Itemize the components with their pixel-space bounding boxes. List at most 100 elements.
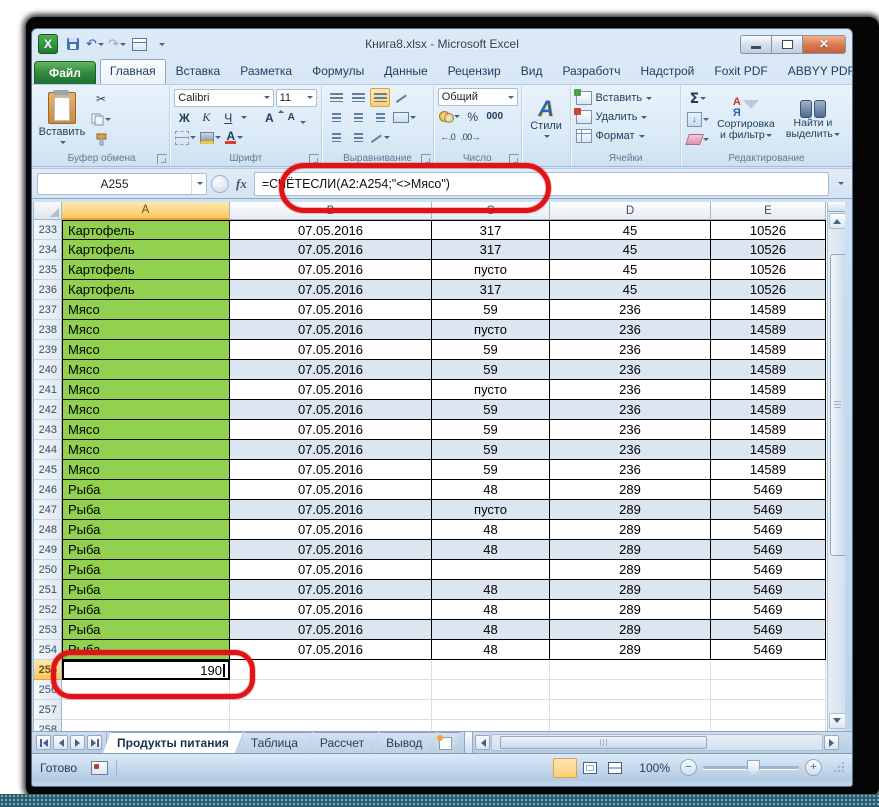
cell-B250[interactable]: 07.05.2016 [230, 560, 432, 580]
cell-D258[interactable] [550, 720, 711, 731]
cell-C254[interactable]: 48 [432, 640, 550, 660]
cell-A252[interactable]: Рыба [62, 600, 230, 620]
cell-B258[interactable] [230, 720, 432, 731]
cell-E236[interactable]: 10526 [711, 280, 826, 300]
row-header-256[interactable]: 256 [34, 680, 62, 700]
ribbon-tab-Данные[interactable]: Данные [374, 59, 437, 84]
cell-E240[interactable]: 14589 [711, 360, 826, 380]
cell-E258[interactable] [711, 720, 826, 731]
percent-button[interactable]: % [463, 107, 483, 126]
selected-cell-A255[interactable]: 190 [62, 660, 230, 680]
column-header-E[interactable]: E [711, 202, 826, 220]
cell-B233[interactable]: 07.05.2016 [230, 220, 432, 240]
row-header-239[interactable]: 239 [34, 340, 62, 360]
merge-center-button[interactable] [392, 108, 417, 127]
cell-B240[interactable]: 07.05.2016 [230, 360, 432, 380]
cell-C256[interactable] [432, 680, 550, 700]
cell-D256[interactable] [550, 680, 711, 700]
column-header-D[interactable]: D [550, 202, 711, 220]
cell-E253[interactable]: 5469 [711, 620, 826, 640]
cell-C251[interactable]: 48 [432, 580, 550, 600]
autosum-button[interactable]: Σ [684, 89, 712, 108]
cell-E244[interactable]: 14589 [711, 440, 826, 460]
cell-B235[interactable]: 07.05.2016 [230, 260, 432, 280]
cell-D257[interactable] [550, 700, 711, 720]
cell-A243[interactable]: Мясо [62, 420, 230, 440]
format-cells-button[interactable]: Формат [576, 127, 674, 145]
cell-E234[interactable]: 10526 [711, 240, 826, 260]
name-box[interactable]: A255 [37, 172, 207, 195]
cell-B247[interactable]: 07.05.2016 [230, 500, 432, 520]
cell-B238[interactable]: 07.05.2016 [230, 320, 432, 340]
vertical-scroll-thumb[interactable] [830, 254, 845, 556]
restore-button[interactable] [771, 34, 802, 54]
cell-A244[interactable]: Мясо [62, 440, 230, 460]
tab-scroll-split-handle[interactable] [464, 732, 474, 753]
cell-B237[interactable]: 07.05.2016 [230, 300, 432, 320]
cell-C247[interactable]: пусто [432, 500, 550, 520]
orientation-button[interactable] [392, 88, 412, 107]
bold-button[interactable]: Ж [174, 108, 194, 127]
cell-B255[interactable] [230, 660, 432, 680]
zoom-out-button[interactable]: − [680, 759, 697, 776]
cell-C246[interactable]: 48 [432, 480, 550, 500]
cell-B252[interactable]: 07.05.2016 [230, 600, 432, 620]
number-format-combo[interactable]: Общий [437, 88, 518, 106]
cell-C257[interactable] [432, 700, 550, 720]
cell-B246[interactable]: 07.05.2016 [230, 480, 432, 500]
cell-D245[interactable]: 236 [550, 460, 711, 480]
cell-A239[interactable]: Мясо [62, 340, 230, 360]
sheet-tab-Продукты-питания[interactable]: Продукты питания [103, 732, 243, 753]
cell-E251[interactable]: 5469 [711, 580, 826, 600]
macro-record-icon[interactable] [91, 760, 109, 775]
redo-button[interactable]: ↷ [108, 35, 126, 53]
row-header-244[interactable]: 244 [34, 440, 62, 460]
close-button[interactable]: ✕ [802, 34, 846, 54]
cell-C255[interactable] [432, 660, 550, 680]
cut-button[interactable]: ✂ [90, 89, 112, 108]
cell-D253[interactable]: 289 [550, 620, 711, 640]
cell-E239[interactable]: 14589 [711, 340, 826, 360]
normal-view-button[interactable] [553, 757, 578, 778]
scroll-right-button[interactable] [824, 735, 839, 750]
cell-E245[interactable]: 14589 [711, 460, 826, 480]
cell-E235[interactable]: 10526 [711, 260, 826, 280]
ribbon-tab-Вид[interactable]: Вид [511, 59, 553, 84]
cell-C248[interactable]: 48 [432, 520, 550, 540]
row-header-247[interactable]: 247 [34, 500, 62, 520]
row-header-234[interactable]: 234 [34, 240, 62, 260]
font-family-combo[interactable]: Calibri [174, 88, 274, 107]
last-sheet-button[interactable] [87, 735, 102, 750]
cell-B242[interactable]: 07.05.2016 [230, 400, 432, 420]
row-header-237[interactable]: 237 [34, 300, 62, 320]
cell-D237[interactable]: 236 [550, 300, 711, 320]
paste-button[interactable]: Вставить [37, 88, 87, 150]
first-sheet-button[interactable] [36, 735, 51, 750]
quick-view-button[interactable] [130, 35, 148, 53]
vertical-scrollbar[interactable] [827, 202, 845, 731]
cell-A256[interactable] [62, 680, 230, 700]
cell-D254[interactable]: 289 [550, 640, 711, 660]
cell-C249[interactable]: 48 [432, 540, 550, 560]
cell-C239[interactable]: 59 [432, 340, 550, 360]
cell-B243[interactable]: 07.05.2016 [230, 420, 432, 440]
increase-indent-button[interactable] [348, 128, 368, 147]
row-header-233[interactable]: 233 [34, 220, 62, 240]
underline-button[interactable]: Ч [218, 108, 238, 127]
decrease-indent-button[interactable] [326, 128, 346, 147]
cell-D247[interactable]: 289 [550, 500, 711, 520]
cell-A257[interactable] [62, 700, 230, 720]
ribbon-tab-Надстрой[interactable]: Надстрой [630, 59, 704, 84]
cell-A235[interactable]: Картофель [62, 260, 230, 280]
column-header-B[interactable]: B [230, 202, 432, 220]
cell-D250[interactable]: 289 [550, 560, 711, 580]
cell-E247[interactable]: 5469 [711, 500, 826, 520]
delete-cells-button[interactable]: Удалить [574, 108, 674, 126]
sheet-tab-Вывод[interactable]: Вывод [372, 732, 436, 753]
cell-C233[interactable]: 317 [432, 220, 550, 240]
cell-D249[interactable]: 289 [550, 540, 711, 560]
cell-C243[interactable]: 59 [432, 420, 550, 440]
cell-B244[interactable]: 07.05.2016 [230, 440, 432, 460]
row-header-252[interactable]: 252 [34, 600, 62, 620]
align-middle-button[interactable] [348, 88, 368, 107]
